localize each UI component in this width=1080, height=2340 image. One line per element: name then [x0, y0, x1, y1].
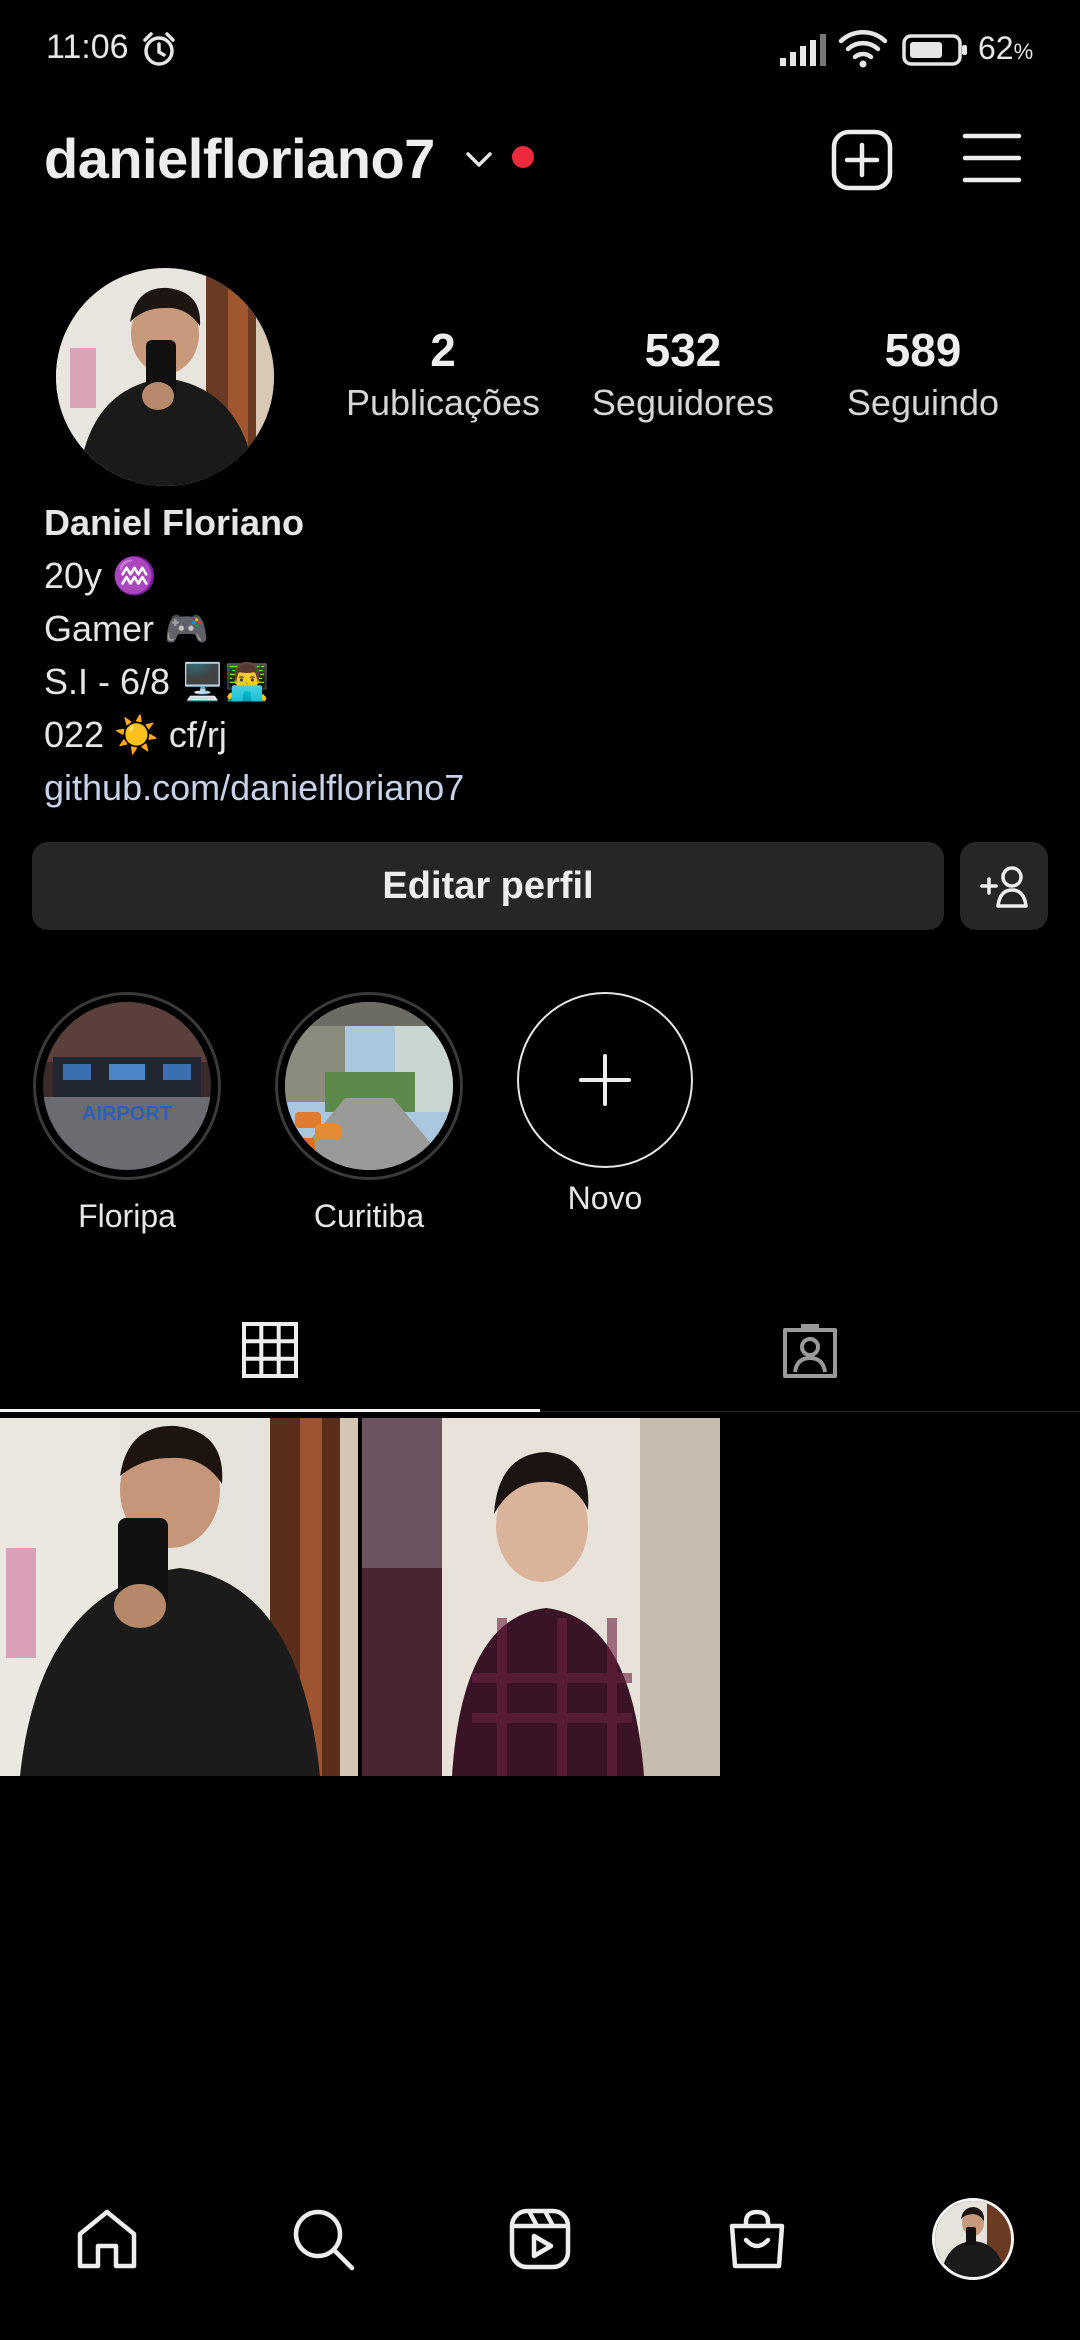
shop-icon: [729, 2209, 785, 2269]
add-person-icon: [980, 866, 1028, 908]
battery-percent: 62%: [978, 30, 1034, 66]
followers-count-label: Seguidores: [591, 382, 775, 423]
highlight-cover-image: AIRPORT: [43, 1002, 211, 1170]
plus-icon: [579, 1054, 631, 1106]
post-thumbnail[interactable]: [362, 1418, 720, 1776]
posts-count-label: Publicações: [345, 382, 541, 423]
bio-line: 022 ☀️ cf/rj: [44, 714, 227, 755]
following-count-value: 589: [884, 324, 962, 376]
profile-tabs: [0, 1290, 1080, 1412]
profile-header: danielfloriano7: [0, 110, 1080, 210]
nav-reels[interactable]: [495, 2194, 585, 2284]
home-icon: [77, 2209, 137, 2269]
highlight-cover-image: [285, 1002, 453, 1170]
edit-profile-button[interactable]: Editar perfil: [32, 842, 944, 930]
tab-tagged[interactable]: [540, 1290, 1080, 1410]
highlight-ring: [275, 992, 463, 1180]
new-highlight-circle: [517, 992, 693, 1168]
bio-line: S.I - 6/8 🖥️👨‍💻: [44, 661, 270, 702]
profile-avatar: [932, 2198, 1014, 2280]
posts-count-value: 2: [430, 324, 456, 376]
new-highlight-button[interactable]: Novo: [516, 992, 694, 1217]
battery-icon: [902, 34, 967, 66]
post-thumbnail[interactable]: [0, 1418, 358, 1776]
active-tab-indicator: [0, 1409, 540, 1412]
nav-shop[interactable]: [712, 2194, 802, 2284]
followers-count[interactable]: 532 Seguidores: [563, 322, 803, 428]
bio-link[interactable]: github.com/danielfloriano7: [44, 761, 1044, 814]
nav-profile[interactable]: [928, 2194, 1018, 2284]
grid-icon: [242, 1322, 298, 1378]
posts-count: 2 Publicações: [323, 322, 563, 428]
menu-icon[interactable]: [962, 128, 1022, 188]
status-time: 11:06: [46, 28, 129, 66]
wifi-icon: [838, 30, 888, 68]
highlight-label: Novo: [567, 1180, 643, 1216]
following-count-label: Seguindo: [846, 382, 1000, 423]
nav-search[interactable]: [278, 2194, 368, 2284]
profile-actions: Editar perfil: [32, 842, 1048, 932]
search-icon: [293, 2209, 355, 2271]
display-name: Daniel Floriano: [44, 502, 305, 543]
chevron-down-icon[interactable]: [464, 150, 494, 170]
tagged-icon: [783, 1324, 837, 1378]
reels-icon: [509, 2208, 571, 2270]
profile-avatar[interactable]: [56, 268, 274, 486]
bio-line: 20y ♒: [44, 555, 157, 596]
profile-bio: Daniel Floriano 20y ♒ Gamer 🎮 S.I - 6/8 …: [44, 496, 1044, 814]
story-highlights: AIRPORT Floripa Curitiba Novo: [0, 992, 1080, 1242]
alarm-icon: [143, 32, 175, 66]
username-switcher[interactable]: danielfloriano7: [44, 126, 435, 191]
discover-people-button[interactable]: [960, 842, 1048, 930]
highlight-ring: AIRPORT: [33, 992, 221, 1180]
add-post-icon[interactable]: [830, 128, 894, 192]
highlight-floripa[interactable]: AIRPORT Floripa: [32, 992, 222, 1235]
highlight-cover-text: AIRPORT: [82, 1103, 172, 1125]
tab-posts-grid[interactable]: [0, 1290, 540, 1412]
following-count[interactable]: 589 Seguindo: [803, 322, 1043, 428]
followers-count-value: 532: [644, 324, 722, 376]
notification-dot: [512, 146, 534, 168]
bio-line: Gamer 🎮: [44, 608, 209, 649]
signal-icon: [780, 34, 826, 66]
bottom-navigation: [0, 2180, 1080, 2300]
nav-home[interactable]: [62, 2194, 152, 2284]
highlight-curitiba[interactable]: Curitiba: [274, 992, 464, 1235]
highlight-label: Floripa: [78, 1198, 176, 1234]
status-bar: 11:06 62%: [0, 0, 1080, 100]
highlight-label: Curitiba: [313, 1198, 425, 1234]
